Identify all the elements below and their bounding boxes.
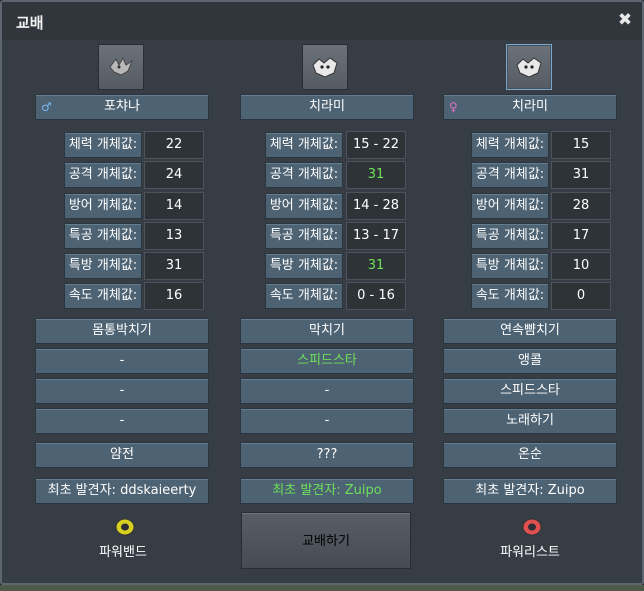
held-item-label: 파워리스트 [500, 545, 560, 560]
move-slot[interactable]: - [35, 378, 209, 404]
stat-value: 24 [144, 161, 204, 189]
parent-2-name-bar[interactable]: 치라미 [240, 94, 414, 120]
stat-value: 17 [551, 222, 611, 250]
move-slot[interactable]: 스피드스타 [443, 378, 617, 404]
stat-value: 0 [551, 282, 611, 310]
parent-1-sprite[interactable] [98, 44, 144, 90]
pokemon-name: 치라미 [309, 99, 345, 114]
nature-field[interactable]: ??? [240, 442, 414, 468]
move-slot[interactable]: - [35, 348, 209, 374]
move-slot[interactable]: 앵콜 [443, 348, 617, 374]
move-slot[interactable]: - [35, 408, 209, 434]
stat-label: 공격 개체값: [265, 162, 343, 188]
stat-label: 특방 개체값: [471, 253, 549, 279]
stat-label: 특방 개체값: [265, 253, 343, 279]
close-icon[interactable]: ✖ [616, 11, 634, 29]
move-slot[interactable]: 노래하기 [443, 408, 617, 434]
stat-value: 31 [144, 252, 204, 280]
stat-value: 22 [144, 131, 204, 159]
move-slot[interactable]: 스피드스타 [240, 348, 414, 374]
stat-value: 14 - 28 [346, 192, 406, 220]
discoverer-field[interactable]: 최초 발견자: Zuipo [443, 478, 617, 504]
background-strip [0, 585, 644, 591]
parent-2-sprite[interactable] [302, 44, 348, 90]
discoverer-field[interactable]: 최초 발견자: ddskaieerty [35, 478, 209, 504]
stat-label: 체력 개체값: [265, 132, 343, 158]
stat-value: 28 [551, 192, 611, 220]
held-item-label: 파워밴드 [99, 545, 147, 560]
nature-field[interactable]: 얌전 [35, 442, 209, 468]
pokemon-name: 치라미 [512, 99, 548, 114]
parent-1-name-bar[interactable]: ♂ 포챠나 [35, 94, 209, 120]
parent-3-sprite[interactable] [506, 44, 552, 90]
pokemon-sprite-icon [516, 57, 542, 78]
move-slot[interactable]: - [240, 378, 414, 404]
power-wrist-icon[interactable] [519, 515, 545, 539]
stat-value: 15 - 22 [346, 131, 406, 159]
stat-label: 특방 개체값: [64, 253, 142, 279]
pokemon-name: 포챠나 [104, 99, 140, 114]
title-bar[interactable]: 교배 ✖ [2, 2, 642, 40]
stat-label: 방어 개체값: [471, 193, 549, 219]
stat-value: 31 [551, 161, 611, 189]
stat-label: 공격 개체값: [64, 162, 142, 188]
move-slot[interactable]: - [240, 408, 414, 434]
power-band-icon[interactable] [112, 515, 138, 539]
discoverer-field[interactable]: 최초 발견자: Zuipo [240, 478, 414, 504]
stat-label: 체력 개체값: [471, 132, 549, 158]
stat-label: 공격 개체값: [471, 162, 549, 188]
move-slot[interactable]: 막치기 [240, 318, 414, 344]
parent-3-name-bar[interactable]: ♀ 치라미 [443, 94, 617, 120]
stat-value: 16 [144, 282, 204, 310]
stat-label: 속도 개체값: [64, 283, 142, 309]
stat-value: 15 [551, 131, 611, 159]
stat-label: 속도 개체값: [471, 283, 549, 309]
breeding-window: 교배 ✖ ♂ 포챠나 체력 개체값: 22 공격 개체값: 24 방어 개체값: 14 특공 개… [0, 0, 644, 585]
pokemon-sprite-icon [109, 56, 134, 76]
female-icon: ♀ [449, 100, 458, 114]
nature-field[interactable]: 온순 [443, 442, 617, 468]
stat-value: 14 [144, 192, 204, 220]
stat-value: 10 [551, 252, 611, 280]
stat-label: 특공 개체값: [471, 223, 549, 249]
stat-label: 방어 개체값: [265, 193, 343, 219]
pokemon-sprite-icon [312, 57, 338, 78]
stat-label: 체력 개체값: [64, 132, 142, 158]
stat-label: 방어 개체값: [64, 193, 142, 219]
stat-label: 특공 개체값: [64, 223, 142, 249]
stat-value: 13 [144, 222, 204, 250]
stat-value: 0 - 16 [346, 282, 406, 310]
breed-button[interactable]: 교배하기 [241, 512, 411, 569]
stat-value: 13 - 17 [346, 222, 406, 250]
stat-label: 속도 개체값: [265, 283, 343, 309]
stat-value: 31 [346, 252, 406, 280]
stat-label: 특공 개체값: [265, 223, 343, 249]
male-icon: ♂ [41, 100, 52, 114]
window-title: 교배 [16, 14, 44, 32]
move-slot[interactable]: 몸통박치기 [35, 318, 209, 344]
stat-value: 31 [346, 161, 406, 189]
move-slot[interactable]: 연속뺨치기 [443, 318, 617, 344]
